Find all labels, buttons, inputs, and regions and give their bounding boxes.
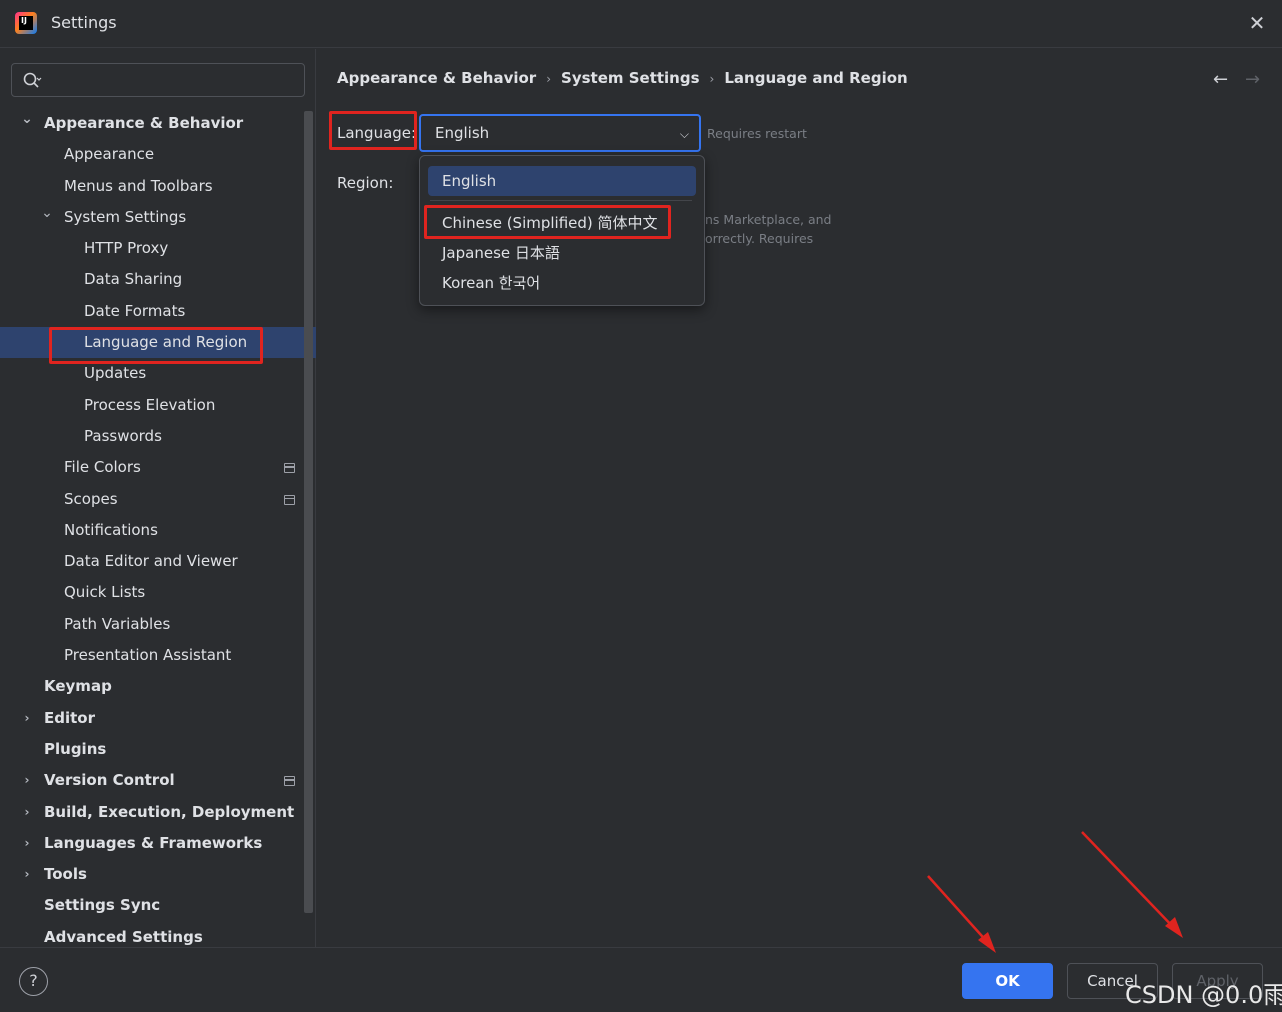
- project-scope-icon: [284, 463, 295, 474]
- sidebar-item-appearance[interactable]: Appearance: [0, 139, 302, 170]
- chevron-down-icon[interactable]: ⌄: [40, 198, 54, 229]
- sidebar-item-file-colors[interactable]: File Colors: [0, 452, 302, 483]
- help-icon[interactable]: ?: [19, 967, 48, 996]
- chevron-right-icon: ›: [546, 72, 552, 86]
- chevron-right-icon[interactable]: ›: [20, 859, 34, 890]
- sidebar-item-keymap[interactable]: Keymap: [0, 671, 302, 702]
- sidebar-item-label: Process Elevation: [84, 395, 216, 414]
- dialog-button-bar: ? OK Cancel Apply: [0, 947, 1282, 1012]
- sidebar-item-data-editor-and-viewer[interactable]: Data Editor and Viewer: [0, 546, 302, 577]
- watermark: CSDN @0.0雨: [1125, 981, 1282, 1009]
- sidebar-item-label: Presentation Assistant: [64, 646, 232, 665]
- description-line: ns Marketplace, and: [705, 212, 832, 227]
- project-scope-icon: [284, 776, 295, 787]
- breadcrumb-item: Language and Region: [724, 69, 908, 87]
- sidebar-item-label: Data Sharing: [84, 270, 183, 289]
- sidebar-item-build-execution-deployment[interactable]: › Build, Execution, Deployment: [0, 797, 302, 828]
- sidebar-item-settings-sync[interactable]: Settings Sync: [0, 890, 302, 921]
- sidebar-item-label: Plugins: [44, 739, 107, 758]
- dropdown-option-korean[interactable]: Korean 한국어: [428, 268, 696, 298]
- sidebar-item-appearance-behavior[interactable]: ⌄ Appearance & Behavior: [0, 108, 302, 139]
- sidebar-item-presentation-assistant[interactable]: Presentation Assistant: [0, 640, 302, 671]
- sidebar-item-label: Scopes: [64, 489, 118, 508]
- language-combobox-value: English: [435, 124, 490, 142]
- sidebar-item-label: Settings Sync: [44, 896, 161, 915]
- window-title: Settings: [51, 13, 117, 32]
- sidebar-item-label: Keymap: [44, 677, 112, 696]
- sidebar-item-label: System Settings: [64, 207, 187, 226]
- breadcrumb: Appearance & Behavior › System Settings › La…: [337, 69, 908, 87]
- forward-arrow-icon[interactable]: →: [1245, 69, 1260, 90]
- breadcrumb-item[interactable]: Appearance & Behavior: [337, 69, 536, 87]
- dropdown-separator: [430, 200, 692, 201]
- sidebar-item-passwords[interactable]: Passwords: [0, 421, 302, 452]
- chevron-down-icon: ⌵: [679, 127, 689, 141]
- sidebar-item-label: Menus and Toolbars: [64, 176, 213, 195]
- settings-tree: ⌄ Appearance & Behavior Appearance Menus an…: [0, 108, 316, 953]
- sidebar-item-label: File Colors: [64, 458, 141, 477]
- chevron-down-icon[interactable]: ⌄: [20, 104, 34, 135]
- sidebar-item-editor[interactable]: › Editor: [0, 703, 302, 734]
- sidebar-item-scopes[interactable]: Scopes: [0, 484, 302, 515]
- highlight-box-language-region: [49, 327, 263, 364]
- project-scope-icon: [284, 494, 295, 505]
- sidebar-item-date-formats[interactable]: Date Formats: [0, 296, 302, 327]
- chevron-right-icon[interactable]: ›: [20, 703, 34, 734]
- sidebar-item-languages-frameworks[interactable]: › Languages & Frameworks: [0, 828, 302, 859]
- sidebar-item-quick-lists[interactable]: Quick Lists: [0, 577, 302, 608]
- settings-sidebar: ⌄ Appearance & Behavior Appearance Menus an…: [0, 49, 316, 947]
- sidebar-item-label: Data Editor and Viewer: [64, 552, 238, 571]
- highlight-box-language-label: [329, 111, 417, 150]
- sidebar-item-system-settings[interactable]: ⌄ System Settings: [0, 202, 302, 233]
- sidebar-item-notifications[interactable]: Notifications: [0, 515, 302, 546]
- sidebar-item-label: Version Control: [44, 771, 175, 790]
- highlight-box-chinese-option: [424, 205, 671, 239]
- back-arrow-icon[interactable]: ←: [1213, 69, 1228, 90]
- requires-restart-hint: Requires restart: [707, 126, 807, 141]
- chevron-right-icon: ›: [709, 72, 715, 86]
- breadcrumb-item[interactable]: System Settings: [561, 69, 700, 87]
- sidebar-item-label: Quick Lists: [64, 583, 146, 602]
- sidebar-item-data-sharing[interactable]: Data Sharing: [0, 264, 302, 295]
- close-icon[interactable]: ✕: [1246, 12, 1268, 34]
- sidebar-item-path-variables[interactable]: Path Variables: [0, 609, 302, 640]
- sidebar-item-label: Path Variables: [64, 614, 171, 633]
- sidebar-item-label: Appearance: [64, 145, 155, 164]
- sidebar-item-label: Notifications: [64, 520, 158, 539]
- sidebar-item-label: Passwords: [84, 426, 162, 445]
- sidebar-item-label: Date Formats: [84, 301, 186, 320]
- search-input[interactable]: [11, 63, 305, 97]
- sidebar-item-label: Editor: [44, 708, 95, 727]
- search-icon: [23, 72, 42, 88]
- chevron-right-icon[interactable]: ›: [20, 797, 34, 828]
- sidebar-item-label: Tools: [44, 865, 87, 884]
- dropdown-option-japanese[interactable]: Japanese 日本語: [428, 238, 696, 268]
- chevron-right-icon[interactable]: ›: [20, 765, 34, 796]
- sidebar-item-label: Languages & Frameworks: [44, 833, 263, 852]
- sidebar-item-plugins[interactable]: Plugins: [0, 734, 302, 765]
- sidebar-item-tools[interactable]: › Tools: [0, 859, 302, 890]
- title-bar: IJ Settings ✕: [0, 0, 1282, 48]
- description-line: orrectly. Requires: [705, 231, 814, 246]
- sidebar-item-http-proxy[interactable]: HTTP Proxy: [0, 233, 302, 264]
- region-label: Region:: [337, 174, 394, 192]
- ok-button[interactable]: OK: [962, 963, 1053, 999]
- sidebar-item-label: Build, Execution, Deployment: [44, 802, 295, 821]
- sidebar-scrollbar[interactable]: [304, 111, 313, 913]
- app-logo-icon: IJ: [15, 12, 37, 34]
- sidebar-item-label: Appearance & Behavior: [44, 114, 244, 132]
- sidebar-item-version-control[interactable]: › Version Control: [0, 765, 302, 796]
- sidebar-item-label: HTTP Proxy: [84, 239, 169, 258]
- dropdown-option-english[interactable]: English: [428, 166, 696, 196]
- sidebar-item-process-elevation[interactable]: Process Elevation: [0, 390, 302, 421]
- language-combobox[interactable]: English ⌵: [419, 114, 701, 152]
- chevron-right-icon[interactable]: ›: [20, 828, 34, 859]
- description-text: ns Marketplace, and orrectly. Requires: [705, 210, 831, 248]
